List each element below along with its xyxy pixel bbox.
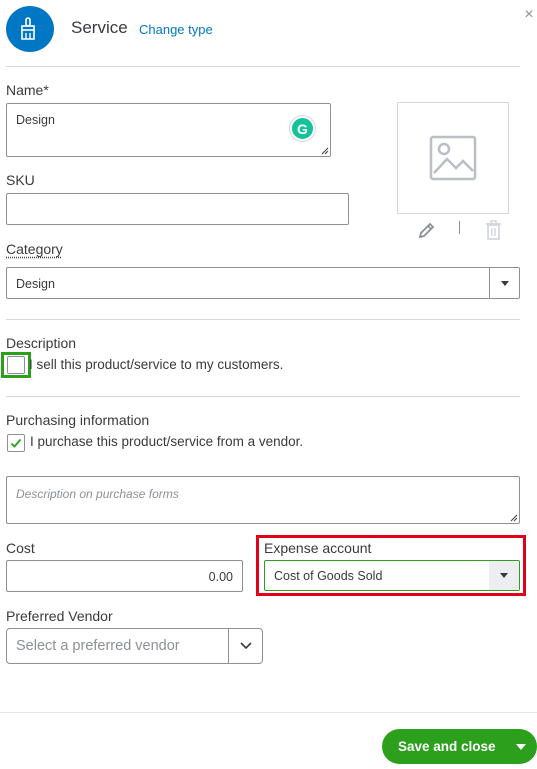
image-actions-divider	[459, 221, 460, 234]
highlight-box-green	[1, 352, 31, 378]
close-icon[interactable]: ×	[521, 7, 537, 23]
purchase-description-input[interactable]: Description on purchase forms	[6, 476, 520, 524]
pencil-icon[interactable]	[418, 221, 436, 239]
description-label: Description	[6, 335, 77, 351]
service-type-icon	[6, 6, 54, 52]
header-divider	[6, 66, 520, 67]
category-select-value: Design	[16, 277, 55, 291]
item-image-box[interactable]	[397, 102, 509, 214]
name-label: Name*	[6, 82, 49, 98]
sell-checkbox-label[interactable]: I sell this product/service to my custom…	[29, 357, 283, 372]
grammarly-icon[interactable]: G	[290, 116, 315, 141]
footer-divider	[0, 712, 537, 713]
paintbrush-icon	[21, 17, 35, 40]
category-label: Category	[6, 241, 63, 257]
sku-input[interactable]	[6, 193, 349, 225]
resize-handle-icon[interactable]	[321, 147, 329, 155]
cost-label: Cost	[6, 540, 35, 556]
checkmark-icon	[10, 438, 22, 448]
section-divider	[6, 396, 520, 397]
purchase-description-placeholder: Description on purchase forms	[16, 487, 179, 501]
purchase-checkbox[interactable]	[7, 434, 25, 452]
preferred-vendor-select[interactable]: Select a preferred vendor	[6, 628, 263, 664]
name-input[interactable]: Design	[6, 103, 331, 157]
trash-icon[interactable]	[485, 220, 502, 240]
purchasing-label: Purchasing information	[6, 412, 150, 428]
cost-input-value: 0.00	[208, 570, 233, 584]
section-divider	[6, 319, 520, 320]
image-placeholder-icon	[429, 135, 477, 181]
resize-handle-icon[interactable]	[510, 514, 518, 522]
save-options-chevron-icon[interactable]	[505, 729, 537, 764]
name-input-value: Design	[16, 113, 55, 127]
save-and-close-label: Save and close	[398, 739, 496, 754]
purchase-checkbox-label[interactable]: I purchase this product/service from a v…	[30, 434, 303, 449]
cost-input[interactable]: 0.00	[6, 560, 243, 592]
category-select[interactable]: Design	[6, 267, 520, 299]
change-type-link[interactable]: Change type	[139, 22, 213, 37]
preferred-vendor-placeholder: Select a preferred vendor	[16, 638, 180, 654]
save-and-close-button[interactable]: Save and close	[382, 729, 537, 764]
sku-label: SKU	[6, 172, 35, 188]
highlight-box-red	[256, 535, 526, 596]
item-type-title: Service	[71, 18, 128, 37]
chevron-down-icon[interactable]	[489, 268, 519, 298]
chevron-down-icon[interactable]	[228, 629, 262, 663]
preferred-vendor-label: Preferred Vendor	[6, 608, 113, 624]
